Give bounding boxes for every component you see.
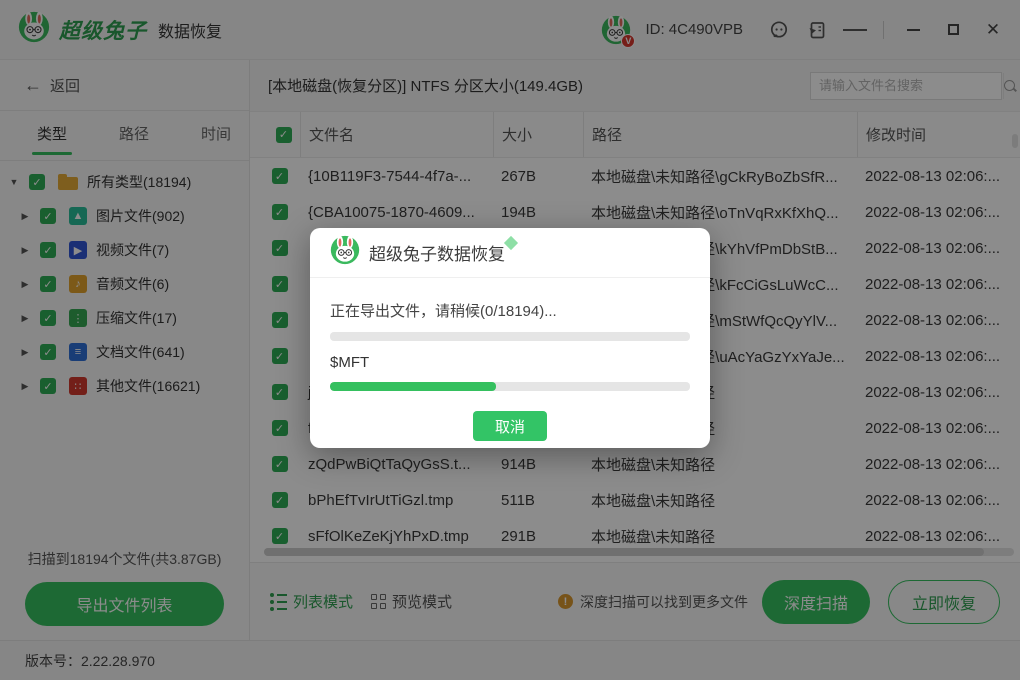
file-progress-bar [330, 382, 690, 391]
dialog-header: 超级兔子数据恢复 [310, 228, 710, 278]
diamond-decoration [504, 236, 518, 250]
cancel-button[interactable]: 取消 [473, 411, 547, 441]
export-progress-dialog: 超级兔子数据恢复 正在导出文件，请稍候(0/18194)... $MFT 取消 [310, 228, 710, 448]
current-file-label: $MFT [330, 354, 690, 371]
dialog-title: 超级兔子数据恢复 [369, 240, 505, 265]
export-status-text: 正在导出文件，请稍候(0/18194)... [330, 300, 690, 321]
dialog-rabbit-logo-icon [330, 235, 360, 270]
app-window: 超级兔子 数据恢复 V ID: 4C490VPB [0, 0, 1020, 680]
total-progress-bar [330, 332, 690, 341]
